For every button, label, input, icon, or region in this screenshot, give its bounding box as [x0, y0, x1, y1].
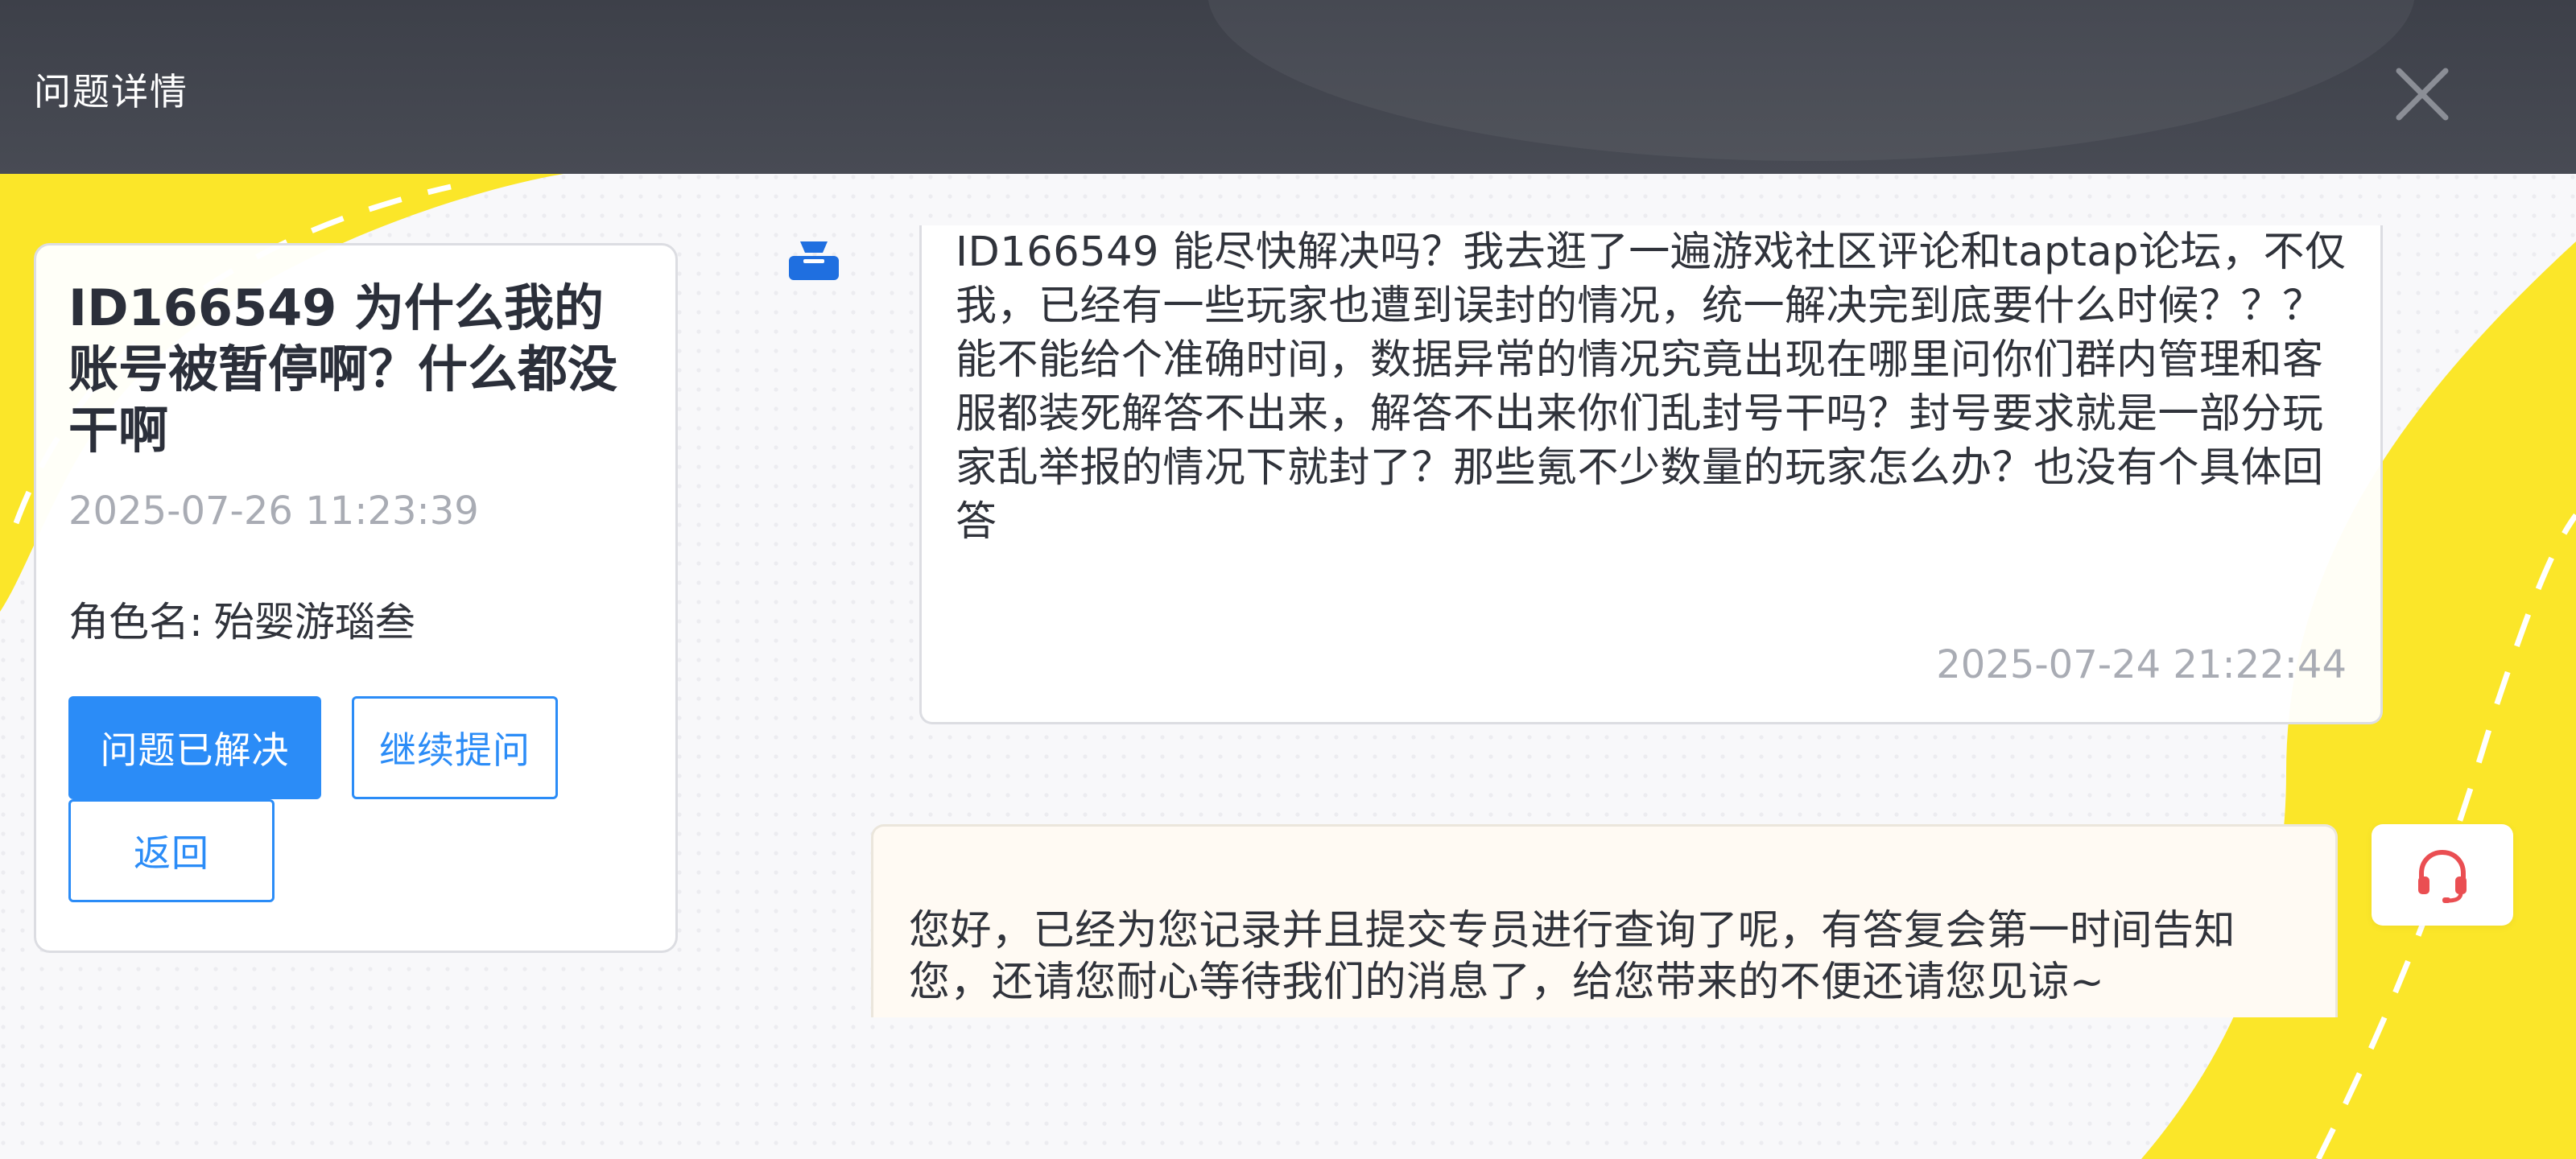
customer-support-button[interactable] [2372, 824, 2513, 926]
reply-message-bubble: 您好，已经为您记录并且提交专员进行查询了呢，有答复会第一时间告知您，还请您耐心等… [871, 824, 2338, 1017]
role-name: 殆婴游瑙叁 [213, 599, 415, 645]
user-message-text: ID166549 能尽快解决吗？我去逛了一遍游戏社区评论和taptap论坛，不仅… [956, 229, 2347, 546]
question-detail-screen: 问题详情 ID166549 为什么我的账号被暂停啊？什么都没干啊 2025-07… [0, 0, 2576, 1159]
user-message-bubble: ID166549 能尽快解决吗？我去逛了一遍游戏社区评论和taptap论坛，不仅… [919, 225, 2383, 724]
back-button[interactable]: 返回 [68, 799, 275, 902]
header-sheen [1208, 0, 2415, 161]
question-card: ID166549 为什么我的账号被暂停啊？什么都没干啊 2025-07-26 1… [34, 243, 678, 953]
continue-asking-button[interactable]: 继续提问 [352, 696, 558, 799]
question-title: ID166549 为什么我的账号被暂停啊？什么都没干啊 [68, 278, 618, 460]
role-row: 角色名: 殆婴游瑙叁 [68, 590, 415, 648]
user-avatar-icon [789, 241, 839, 280]
reply-message-text: 您好，已经为您记录并且提交专员进行查询了呢，有答复会第一时间告知您，还请您耐心等… [909, 907, 2236, 1006]
headset-icon [2418, 849, 2467, 903]
user-message-time: 2025-07-24 21:22:44 [1936, 642, 2347, 687]
problem-solved-button[interactable]: 问题已解决 [68, 696, 321, 799]
question-time: 2025-07-26 11:23:39 [68, 489, 479, 534]
page-title: 问题详情 [34, 70, 188, 113]
header-bar: 问题详情 [0, 0, 2576, 174]
close-icon[interactable] [2394, 66, 2450, 122]
role-label: 角色名: [68, 599, 203, 645]
